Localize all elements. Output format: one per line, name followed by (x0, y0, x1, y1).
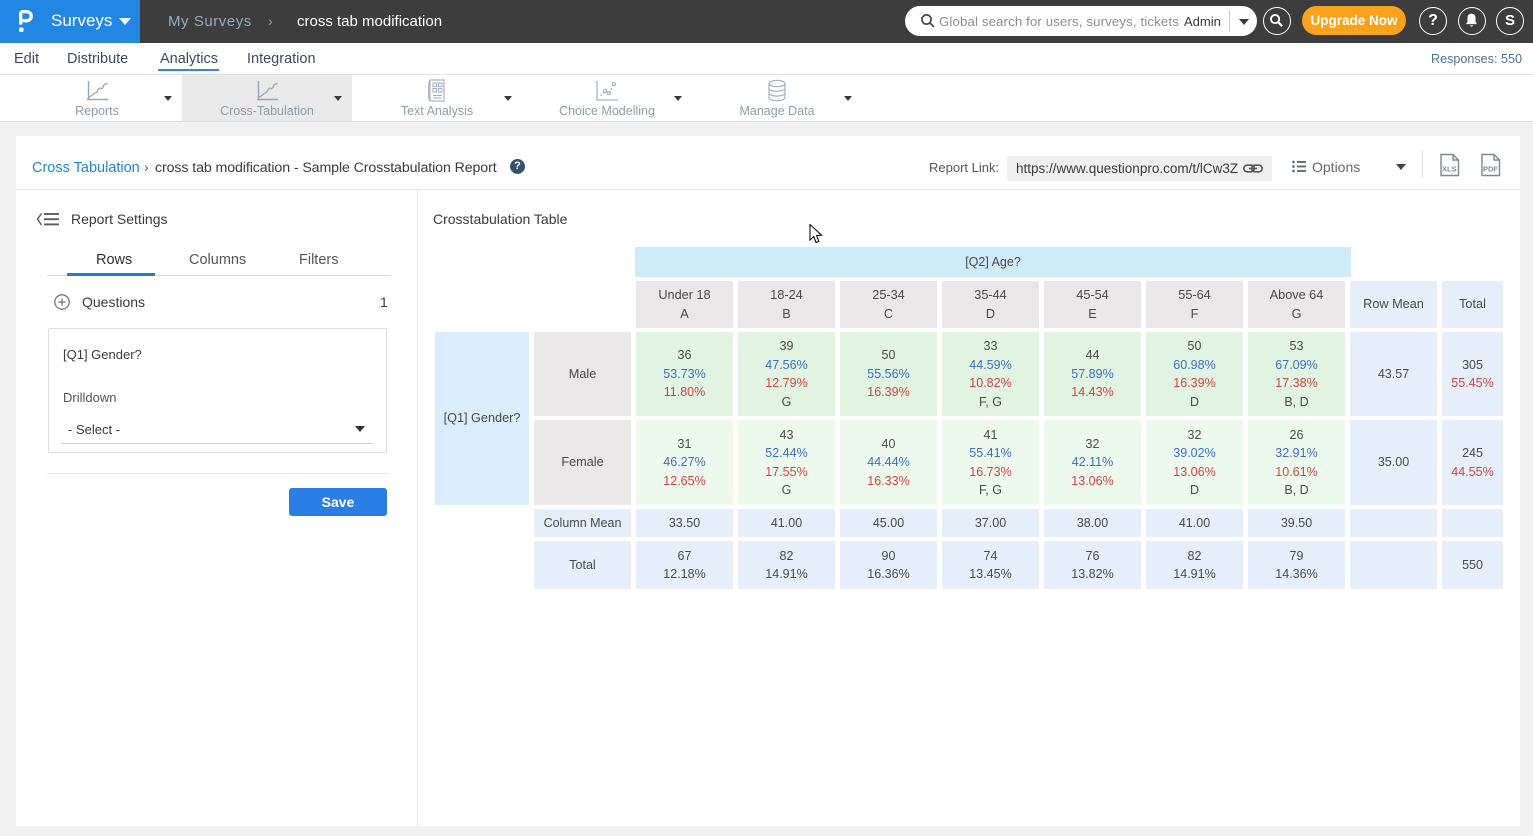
svg-text:PDF: PDF (1483, 165, 1498, 174)
svg-text:XLS: XLS (1442, 165, 1457, 174)
